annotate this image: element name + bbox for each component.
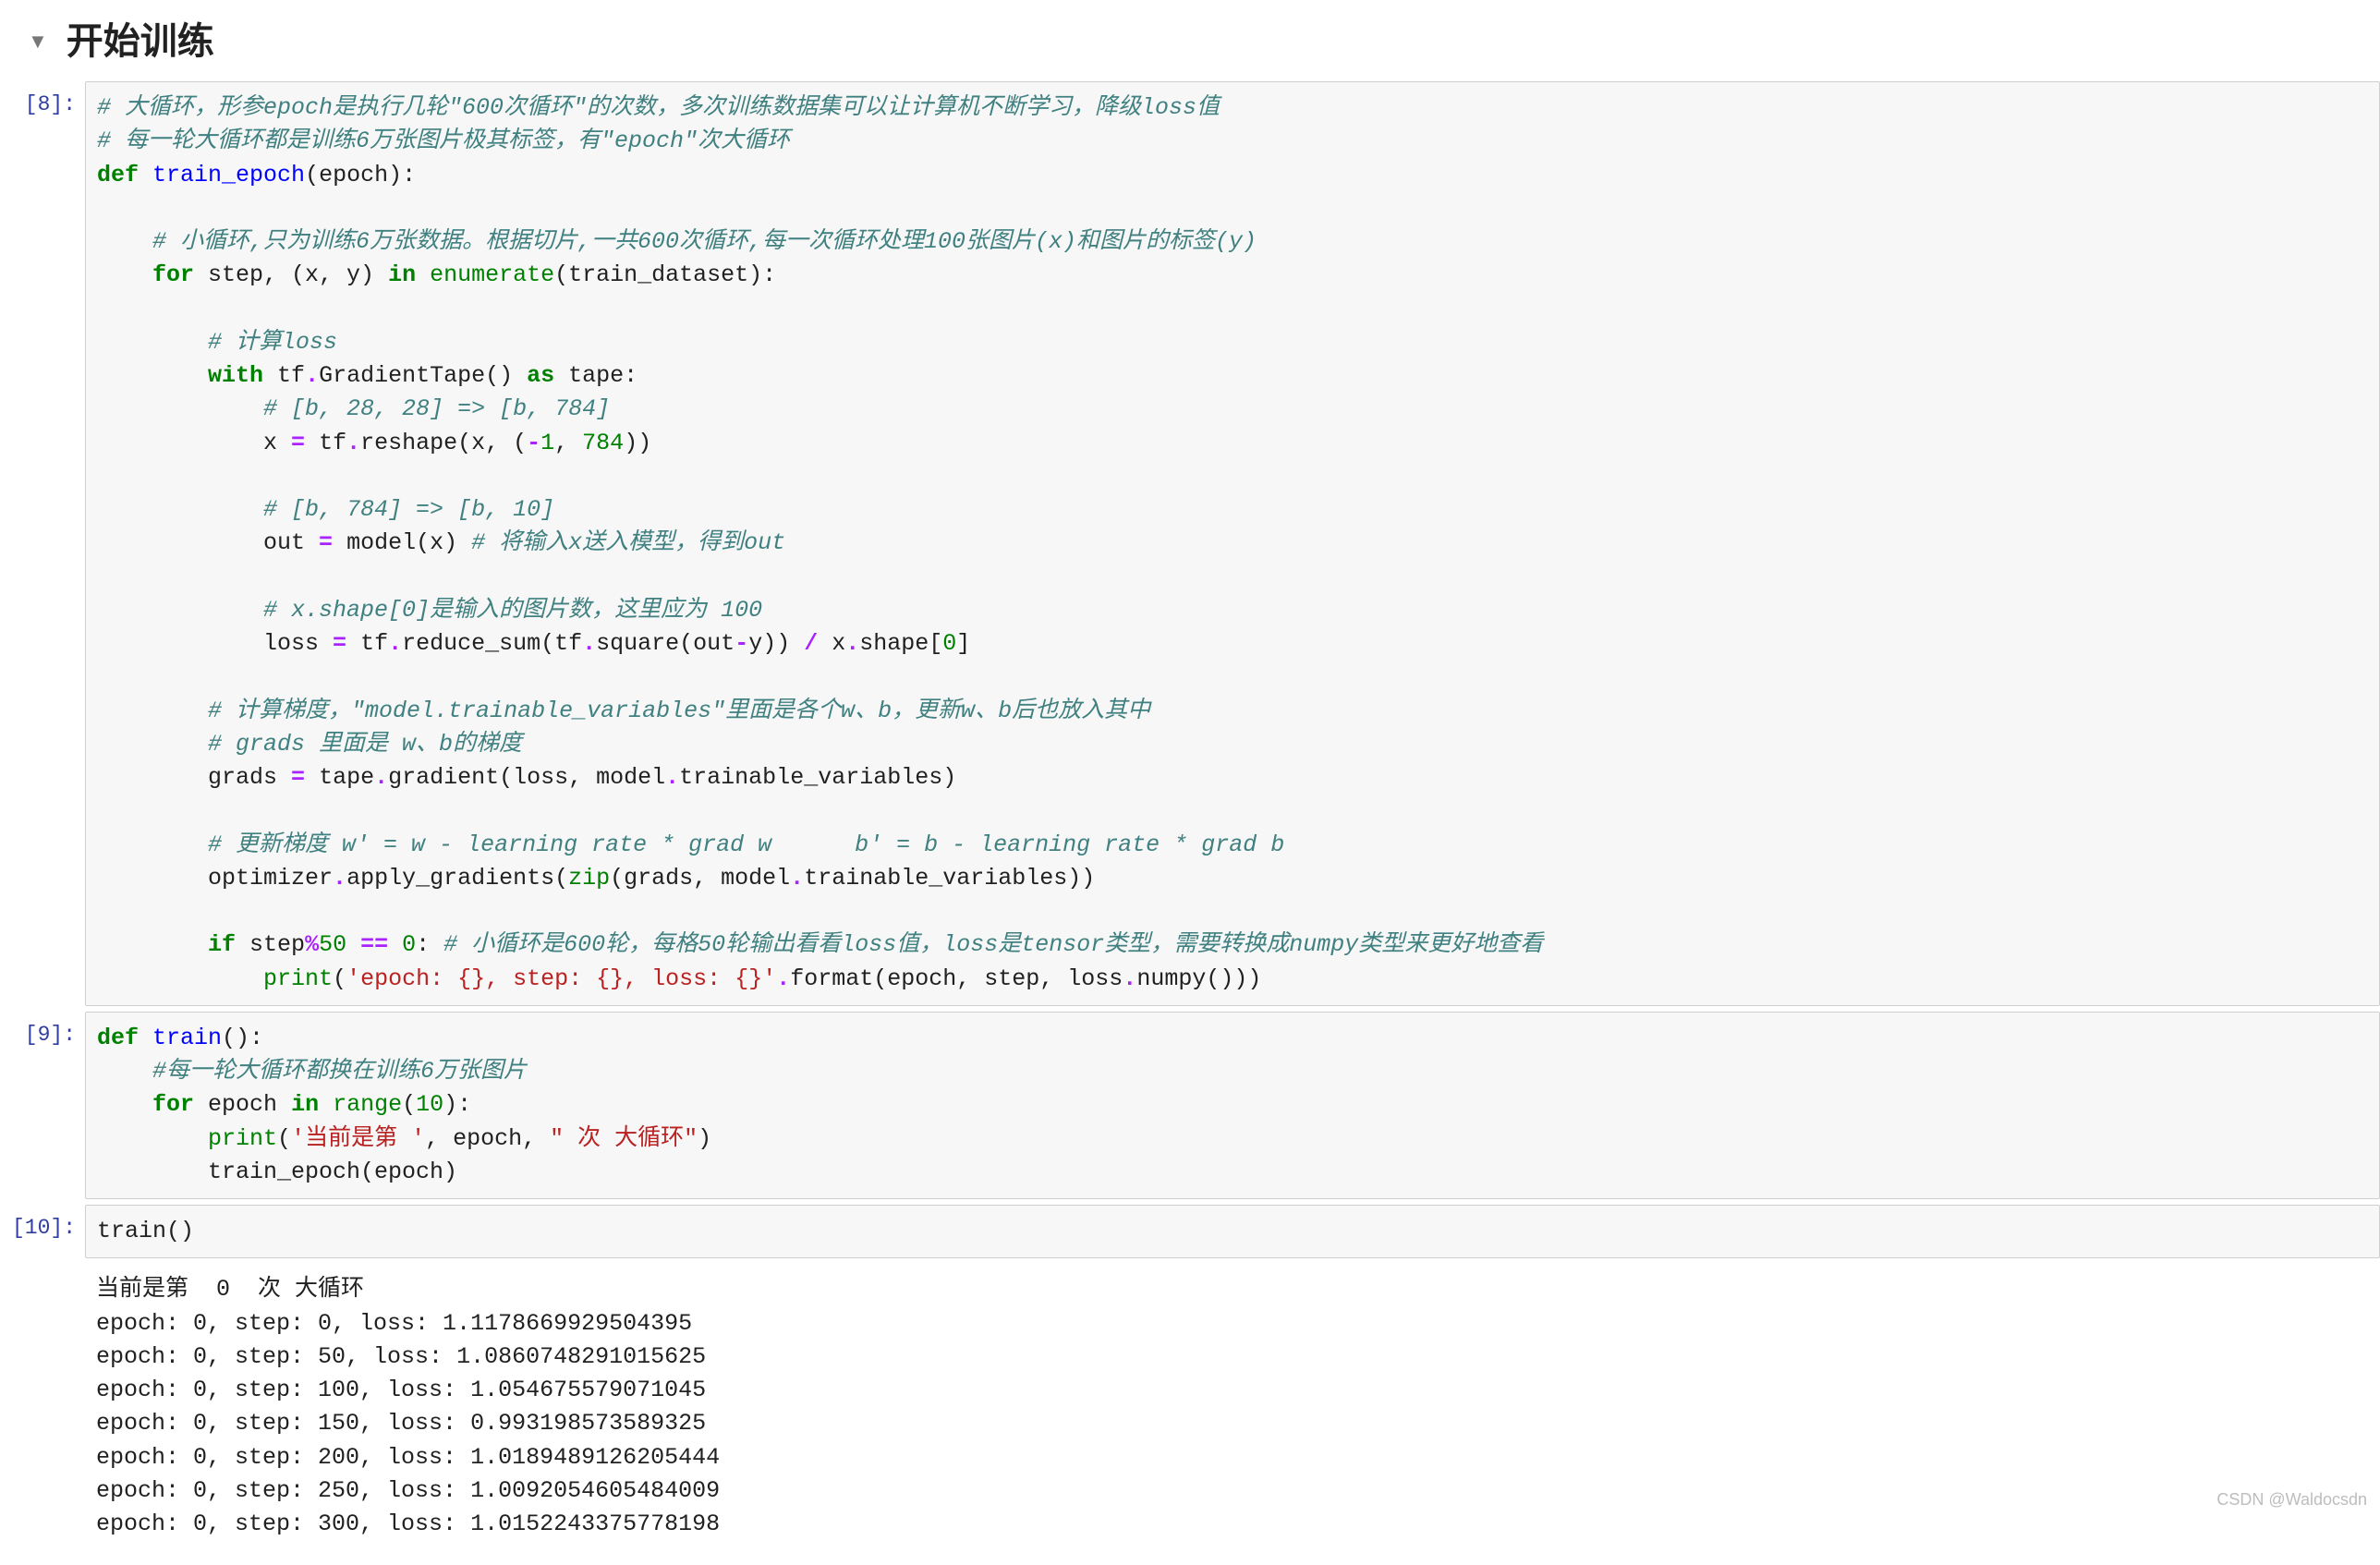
collapse-toggle-icon[interactable]: ▼ bbox=[28, 30, 48, 54]
output-area: 当前是第 0 次 大循环 epoch: 0, step: 0, loss: 1.… bbox=[85, 1264, 2380, 1541]
output-text: 当前是第 0 次 大循环 epoch: 0, step: 0, loss: 1.… bbox=[96, 1273, 2369, 1541]
code-area[interactable]: train() bbox=[85, 1205, 2380, 1258]
code-area[interactable]: def train(): #每一轮大循环都换在训练6万张图片 for epoch… bbox=[85, 1012, 2380, 1199]
notebook-container: ▼ 开始训练 [8]:# 大循环，形参epoch是执行几轮"600次循环"的次数… bbox=[0, 0, 2380, 1565]
cell-prompt: [9]: bbox=[0, 1012, 85, 1199]
code-text: # 大循环，形参epoch是执行几轮"600次循环"的次数，多次训练数据集可以让… bbox=[97, 91, 2368, 996]
cell-prompt bbox=[0, 1264, 85, 1541]
code-area[interactable]: # 大循环，形参epoch是执行几轮"600次循环"的次数，多次训练数据集可以让… bbox=[85, 81, 2380, 1006]
output-cell: 当前是第 0 次 大循环 epoch: 0, step: 0, loss: 1.… bbox=[0, 1264, 2380, 1541]
code-text: def train(): #每一轮大循环都换在训练6万张图片 for epoch… bbox=[97, 1022, 2368, 1189]
cell-prompt: [10]: bbox=[0, 1205, 85, 1258]
code-text: train() bbox=[97, 1215, 2368, 1248]
watermark-text: CSDN @Waldocsdn bbox=[2216, 1490, 2367, 1510]
cell-prompt: [8]: bbox=[0, 81, 85, 1006]
code-cell: [10]: train() bbox=[0, 1205, 2380, 1258]
code-cell: [8]:# 大循环，形参epoch是执行几轮"600次循环"的次数，多次训练数据… bbox=[0, 81, 2380, 1006]
section-heading: 开始训练 bbox=[67, 11, 214, 65]
section-heading-row: ▼ 开始训练 bbox=[0, 0, 2380, 76]
code-cell: [9]:def train(): #每一轮大循环都换在训练6万张图片 for e… bbox=[0, 1012, 2380, 1199]
